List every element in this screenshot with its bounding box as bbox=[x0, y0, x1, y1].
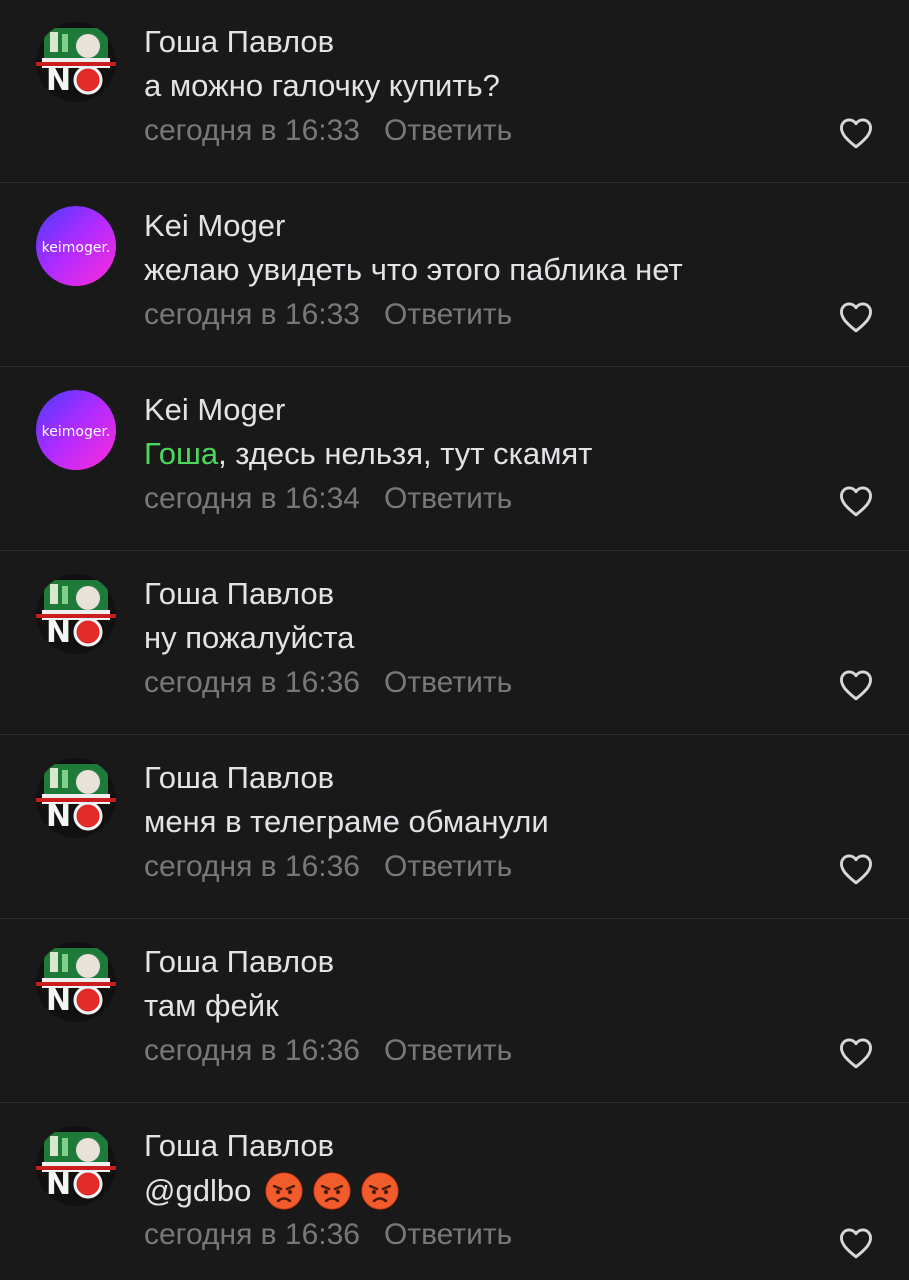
comment-text: Гоша, здесь нельзя, тут скамят bbox=[144, 436, 592, 472]
angry-face-emoji-icon bbox=[313, 1172, 351, 1210]
svg-text:N: N bbox=[46, 63, 71, 98]
heart-icon[interactable] bbox=[838, 853, 874, 885]
comment-time: сегодня в 16:33 bbox=[144, 298, 360, 331]
comment-meta: сегодня в 16:36 Ответить bbox=[144, 850, 512, 884]
comment-meta: сегодня в 16:36 Ответить bbox=[144, 666, 512, 700]
comment-meta: сегодня в 16:36 Ответить bbox=[144, 1034, 512, 1068]
comment-item: N Гоша Павлов меня в телеграме обманули … bbox=[0, 736, 909, 919]
comment-text-body: там фейк bbox=[144, 988, 279, 1023]
comment-text-body[interactable]: @gdlbo bbox=[144, 1173, 251, 1209]
comment-meta: сегодня в 16:36 Ответить bbox=[144, 1218, 512, 1252]
comment-item: N Гоша Павлов там фейк сегодня в 16:36 От… bbox=[0, 920, 909, 1103]
svg-text:N: N bbox=[46, 799, 71, 834]
heart-icon[interactable] bbox=[838, 301, 874, 333]
comment-time: сегодня в 16:36 bbox=[144, 1218, 360, 1251]
comment-author[interactable]: Гоша Павлов bbox=[144, 576, 334, 612]
reply-button[interactable]: Ответить bbox=[384, 1034, 512, 1067]
comment-item: N Гоша Павлов а можно галочку купить? се… bbox=[0, 0, 909, 183]
mention-link[interactable]: Гоша bbox=[144, 436, 218, 472]
comment-time: сегодня в 16:34 bbox=[144, 482, 360, 515]
comment-item: N Гоша Павлов ну пожалуйста сегодня в 16… bbox=[0, 552, 909, 735]
comment-author[interactable]: Kei Moger bbox=[144, 208, 285, 244]
comment-text-body: ну пожалуйста bbox=[144, 620, 355, 655]
no-sign-avatar-icon[interactable]: N bbox=[36, 574, 116, 654]
heart-icon[interactable] bbox=[838, 669, 874, 701]
heart-icon[interactable] bbox=[838, 1227, 874, 1259]
comment-time: сегодня в 16:36 bbox=[144, 850, 360, 883]
reply-button[interactable]: Ответить bbox=[384, 298, 512, 331]
comment-text-body: желаю увидеть что этого паблика нет bbox=[144, 252, 683, 287]
angry-face-emoji-icon bbox=[361, 1172, 399, 1210]
reply-button[interactable]: Ответить bbox=[384, 1218, 512, 1251]
no-sign-avatar-icon[interactable]: N bbox=[36, 942, 116, 1022]
comment-item: N Гоша Павлов @gdlbo сегодня в 16:36 Отв… bbox=[0, 1104, 909, 1280]
comment-text: меня в телеграме обманули bbox=[144, 804, 549, 840]
comment-text: желаю увидеть что этого паблика нет bbox=[144, 252, 683, 288]
heart-icon[interactable] bbox=[838, 117, 874, 149]
svg-text:N: N bbox=[46, 1167, 71, 1202]
comment-author[interactable]: Kei Moger bbox=[144, 392, 285, 428]
heart-icon[interactable] bbox=[838, 1037, 874, 1069]
comment-text: там фейк bbox=[144, 988, 279, 1024]
comment-author[interactable]: Гоша Павлов bbox=[144, 1128, 334, 1164]
comment-text: @gdlbo bbox=[144, 1172, 399, 1210]
angry-face-emoji-icon bbox=[265, 1172, 303, 1210]
comment-author[interactable]: Гоша Павлов bbox=[144, 760, 334, 796]
comment-time: сегодня в 16:33 bbox=[144, 114, 360, 147]
comment-time: сегодня в 16:36 bbox=[144, 666, 360, 699]
reply-button[interactable]: Ответить bbox=[384, 114, 512, 147]
comment-author[interactable]: Гоша Павлов bbox=[144, 24, 334, 60]
reply-button[interactable]: Ответить bbox=[384, 850, 512, 883]
reply-button[interactable]: Ответить bbox=[384, 482, 512, 515]
comment-item: keimoger. Kei Moger желаю увидеть что эт… bbox=[0, 184, 909, 367]
comment-meta: сегодня в 16:33 Ответить bbox=[144, 298, 512, 332]
svg-text:N: N bbox=[46, 983, 71, 1018]
heart-icon[interactable] bbox=[838, 485, 874, 517]
comment-text: а можно галочку купить? bbox=[144, 68, 500, 104]
comment-text: ну пожалуйста bbox=[144, 620, 354, 656]
comment-list: N Гоша Павлов а можно галочку купить? се… bbox=[0, 0, 909, 1280]
svg-text:N: N bbox=[46, 615, 71, 650]
keimoger-logo-avatar-icon[interactable]: keimoger. bbox=[36, 390, 116, 470]
comment-time: сегодня в 16:36 bbox=[144, 1034, 360, 1067]
no-sign-avatar-icon[interactable]: N bbox=[36, 1126, 116, 1206]
no-sign-avatar-icon[interactable]: N bbox=[36, 758, 116, 838]
comment-text-body: а можно галочку купить? bbox=[144, 68, 500, 103]
comment-text-body: , здесь нельзя, тут скамят bbox=[218, 436, 593, 471]
keimoger-logo-avatar-icon[interactable]: keimoger. bbox=[36, 206, 116, 286]
comment-author[interactable]: Гоша Павлов bbox=[144, 944, 334, 980]
avatar-logo-text: keimoger. bbox=[42, 240, 111, 256]
comment-text-body: меня в телеграме обманули bbox=[144, 804, 549, 839]
reply-button[interactable]: Ответить bbox=[384, 666, 512, 699]
avatar-logo-text: keimoger. bbox=[42, 424, 111, 440]
comment-meta: сегодня в 16:33 Ответить bbox=[144, 114, 512, 148]
no-sign-avatar-icon[interactable]: N bbox=[36, 22, 116, 102]
comment-meta: сегодня в 16:34 Ответить bbox=[144, 482, 512, 516]
comment-item: keimoger. Kei Moger Гоша, здесь нельзя, … bbox=[0, 368, 909, 551]
